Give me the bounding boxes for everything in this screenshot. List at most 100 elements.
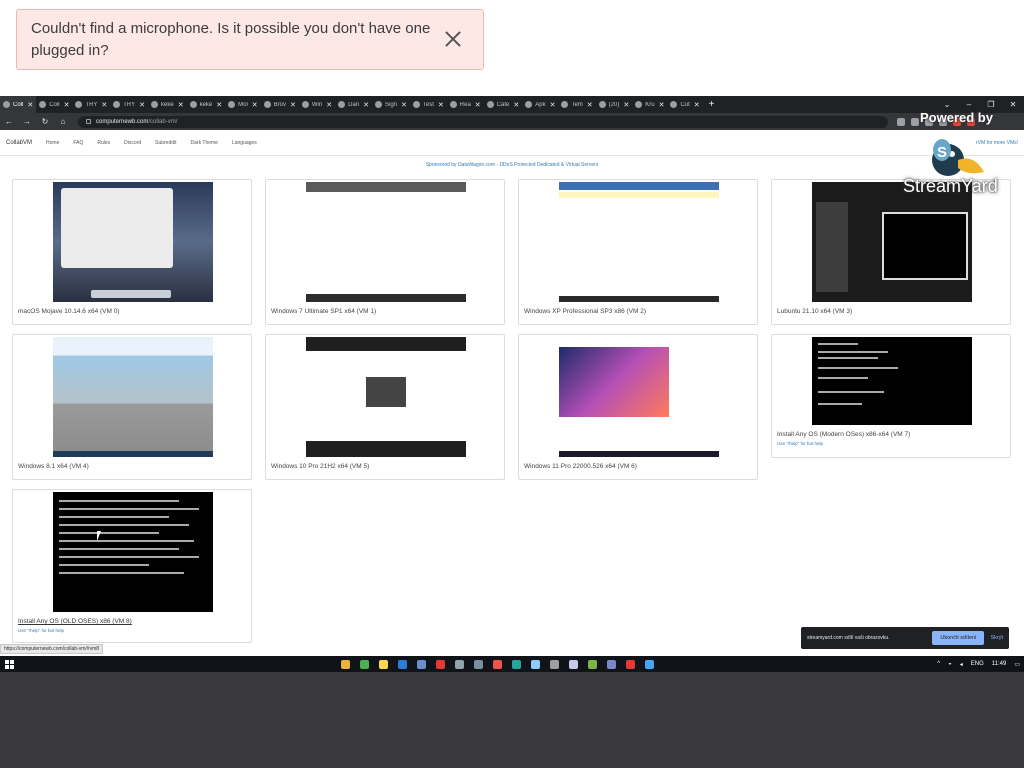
nav-link-subreddit[interactable]: Subreddit — [155, 140, 176, 146]
tray-chevron-icon[interactable]: ^ — [937, 661, 940, 667]
vm-thumbnail[interactable] — [53, 492, 213, 612]
close-tab-icon[interactable]: ✕ — [694, 101, 700, 109]
vm-thumbnail[interactable] — [53, 337, 213, 457]
file-explorer-icon[interactable] — [341, 659, 350, 669]
forward-arrow-icon[interactable]: → — [18, 117, 36, 126]
browser-tab[interactable]: TRY ✕ — [110, 96, 148, 113]
language-indicator[interactable]: ENG — [971, 661, 984, 667]
volume-icon[interactable]: ◂ — [960, 661, 963, 668]
app-icon[interactable] — [436, 659, 445, 669]
close-tab-icon[interactable]: ✕ — [363, 101, 369, 109]
stop-sharing-button[interactable]: Ukončit sdílení — [932, 631, 985, 645]
vm-thumbnail[interactable] — [53, 182, 213, 302]
app-icon[interactable] — [588, 659, 597, 669]
app-icon[interactable] — [512, 659, 521, 669]
close-tab-icon[interactable]: ✕ — [475, 101, 481, 109]
browser-tab[interactable]: Dan ✕ — [335, 96, 372, 113]
tab-search-chevron-icon[interactable]: ⌄ — [936, 100, 958, 109]
app-icon[interactable] — [531, 659, 540, 669]
vm-card[interactable]: Install Any OS (Modern OSes) x86-x64 (VM… — [771, 334, 1011, 458]
reload-icon[interactable]: ↻ — [36, 117, 54, 126]
nav-link-discord[interactable]: Discord — [124, 140, 141, 146]
close-tab-icon[interactable]: ✕ — [290, 101, 296, 109]
vm-title[interactable]: Install Any OS (Modern OSes) x86-x64 (VM… — [777, 431, 910, 438]
vm-thumbnail[interactable] — [306, 182, 466, 302]
window-close-icon[interactable]: ✕ — [1002, 100, 1024, 109]
app-icon[interactable] — [474, 659, 483, 669]
network-icon[interactable]: ◒ — [948, 661, 952, 667]
hide-button[interactable]: Skrýt — [990, 635, 1003, 641]
browser-tab[interactable]: Rea ✕ — [447, 96, 484, 113]
close-tab-icon[interactable]: ✕ — [326, 101, 332, 109]
vm-title[interactable]: macOS Mojave 10.14.6 x64 (VM 0) — [18, 308, 120, 315]
sponsor-banner[interactable]: Sponsored by DataWagon.com - DDoS Protec… — [0, 162, 1024, 168]
vm-card[interactable]: macOS Mojave 10.14.6 x64 (VM 0) — [12, 179, 252, 325]
close-tab-icon[interactable]: ✕ — [438, 101, 444, 109]
app-icon[interactable] — [379, 659, 388, 669]
translate-icon[interactable] — [897, 117, 905, 126]
close-tab-icon[interactable]: ✕ — [550, 101, 556, 109]
close-tab-icon[interactable]: ✕ — [178, 101, 184, 109]
close-tab-icon[interactable]: ✕ — [216, 101, 222, 109]
vm-card[interactable]: Windows 8.1 x64 (VM 4) — [12, 334, 252, 480]
vm-thumbnail[interactable] — [559, 337, 719, 457]
app-icon[interactable] — [417, 659, 426, 669]
close-tab-icon[interactable]: ✕ — [27, 101, 33, 109]
browser-tab[interactable]: Brov ✕ — [261, 96, 299, 113]
browser-tab[interactable]: Test ✕ — [410, 96, 447, 113]
maximize-icon[interactable]: ❐ — [980, 100, 1002, 109]
close-tab-icon[interactable]: ✕ — [587, 101, 593, 109]
app-icon[interactable] — [550, 659, 559, 669]
close-tab-icon[interactable]: ✕ — [513, 101, 519, 109]
app-icon[interactable] — [493, 659, 502, 669]
app-icon[interactable] — [607, 659, 616, 669]
browser-tab[interactable]: Tem ✕ — [558, 96, 595, 113]
close-tab-icon[interactable]: ✕ — [623, 101, 629, 109]
windows-start-icon[interactable] — [5, 659, 14, 669]
browser-tab[interactable]: TRY ✕ — [72, 96, 110, 113]
vm-card[interactable]: Windows 11 Pro 22000.526 x64 (VM 6) — [518, 334, 758, 480]
vm-title[interactable]: Lubuntu 21.10 x64 (VM 3) — [777, 308, 852, 315]
app-icon[interactable] — [569, 659, 578, 669]
notification-icon[interactable]: ▭ — [1014, 661, 1020, 668]
address-bar[interactable]: computernewb.com /collab-vm/ — [78, 115, 888, 128]
zoom-icon[interactable] — [911, 117, 919, 126]
vm-card[interactable]: Windows XP Professional SP3 x86 (VM 2) — [518, 179, 758, 325]
vm-title[interactable]: Windows 11 Pro 22000.526 x64 (VM 6) — [524, 463, 637, 470]
nav-link-home[interactable]: Home — [46, 140, 59, 146]
browser-tab[interactable]: Cate ✕ — [484, 96, 523, 113]
vm-thumbnail[interactable] — [812, 182, 972, 302]
vm-title[interactable]: Windows 8.1 x64 (VM 4) — [18, 463, 89, 470]
close-tab-icon[interactable]: ✕ — [64, 101, 70, 109]
nav-link-languages[interactable]: Languages — [232, 140, 257, 146]
site-brand[interactable]: CollabVM — [6, 140, 32, 146]
browser-tab[interactable]: Cut ✕ — [667, 96, 702, 113]
home-icon[interactable]: ⌂ — [54, 117, 72, 126]
browser-tab[interactable]: Mol ✕ — [225, 96, 261, 113]
vm-card[interactable]: Lubuntu 21.10 x64 (VM 3) — [771, 179, 1011, 325]
close-tab-icon[interactable]: ✕ — [101, 101, 107, 109]
browser-tab[interactable]: Apk ✕ — [522, 96, 558, 113]
vm-thumbnail[interactable] — [812, 337, 972, 425]
new-tab-plus-icon[interactable]: + — [703, 99, 721, 110]
close-icon[interactable] — [443, 29, 463, 49]
chrome-icon[interactable] — [360, 659, 369, 669]
browser-tab[interactable]: Sign ✕ — [372, 96, 410, 113]
minimize-icon[interactable]: – — [958, 100, 980, 109]
back-arrow-icon[interactable]: ← — [0, 117, 18, 126]
browser-tab[interactable]: Coll ✕ — [36, 96, 72, 113]
browser-tab[interactable]: keke ✕ — [148, 96, 187, 113]
close-tab-icon[interactable]: ✕ — [401, 101, 407, 109]
vm-card[interactable]: Install Any OS (OLD OSES) x86 (VM 8) Use… — [12, 489, 252, 643]
browser-tab[interactable]: Kru ✕ — [632, 96, 667, 113]
app-icon[interactable] — [645, 659, 654, 669]
app-icon[interactable] — [398, 659, 407, 669]
vm-title[interactable]: Windows XP Professional SP3 x86 (VM 2) — [524, 308, 646, 315]
clock[interactable]: 11:49 — [992, 661, 1007, 667]
nav-link-dark-theme[interactable]: Dark Theme — [191, 140, 218, 146]
close-tab-icon[interactable]: ✕ — [252, 101, 258, 109]
vm-card[interactable]: Windows 7 Ultimate SP1 x64 (VM 1) — [265, 179, 505, 325]
browser-tab[interactable]: Win ✕ — [299, 96, 335, 113]
close-tab-icon[interactable]: ✕ — [659, 101, 665, 109]
vm-thumbnail[interactable] — [559, 182, 719, 302]
